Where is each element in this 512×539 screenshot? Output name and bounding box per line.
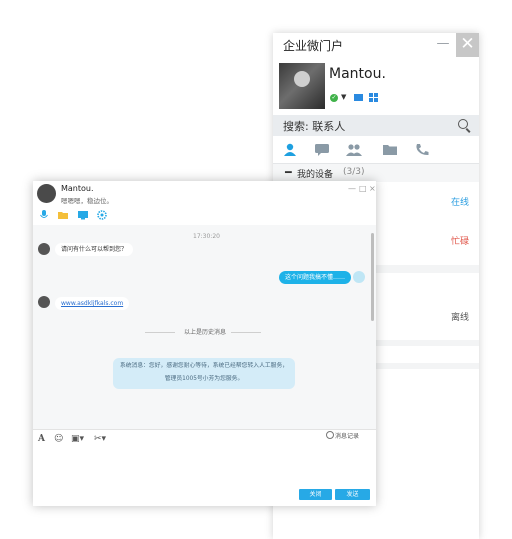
divider (145, 332, 175, 333)
divider (33, 429, 376, 430)
send-button[interactable]: 发送 (335, 489, 370, 500)
microphone-icon[interactable] (39, 210, 49, 220)
profile-section: Mantou. ✓ ▼ (273, 57, 479, 115)
phone-tab-icon[interactable] (414, 143, 430, 156)
device-group-header[interactable]: ━ 我的设备 (3/3) (273, 164, 479, 182)
tab-bar (273, 136, 479, 164)
link-message[interactable]: www.asdkljfkals.com (55, 297, 130, 310)
mail-icon[interactable] (354, 94, 363, 101)
search-input[interactable]: 搜索: 联系人 (283, 118, 345, 134)
minimize-button[interactable]: — (433, 34, 453, 56)
portal-titlebar: 企业微门户 — ✕ (273, 33, 479, 57)
contact-signature: 嗯嗯嗯，稳边位。 (61, 197, 113, 205)
system-message: 系统消息：您好，感谢您耐心等待，系统已经帮您转入人工服务， 管理员1005号小芳… (113, 358, 295, 389)
device-status-offline: 离线 (451, 313, 470, 323)
font-icon[interactable]: A (38, 434, 45, 444)
divider (231, 332, 261, 333)
chat-window: Mantou. 嗯嗯嗯，稳边位。 — □ × 17:30:20 请问有什么可以帮… (33, 181, 376, 506)
message-area[interactable]: 17:30:20 请问有什么可以帮到您？ 这个问题我搞不懂…… www.asdk… (33, 225, 376, 429)
system-message-line: 系统消息：您好，感谢您耐心等待，系统已经帮您转入人工服务， (119, 363, 289, 369)
outgoing-message: 这个问题我搞不懂…… (279, 271, 352, 284)
incoming-message: 请问有什么可以帮到您？ (55, 243, 134, 256)
group-title: 我的设备 (297, 170, 334, 180)
scissors-icon[interactable]: ✂▾ (94, 434, 106, 444)
username: Mantou. (329, 66, 386, 82)
avatar (38, 296, 50, 308)
device-status-busy: 忙碌 (451, 237, 470, 247)
group-tab-icon[interactable] (346, 143, 362, 156)
collapse-icon[interactable]: ━ (285, 166, 292, 179)
chevron-down-icon[interactable]: ▼ (341, 93, 346, 101)
history-link[interactable]: 消息记录 (335, 431, 359, 440)
close-button[interactable]: ✕ (456, 33, 479, 57)
scrollbar[interactable] (371, 233, 374, 321)
message-time: 17:30:20 (193, 233, 220, 240)
folder-icon[interactable] (58, 210, 68, 220)
avatar (353, 271, 365, 283)
avatar (38, 243, 50, 255)
device-status-online: 在线 (451, 198, 470, 208)
contact-avatar[interactable] (37, 184, 56, 203)
folder-tab-icon[interactable] (382, 143, 398, 156)
avatar[interactable] (279, 63, 325, 109)
group-count: (3/3) (343, 167, 365, 177)
contact-tab-icon[interactable] (282, 143, 298, 156)
contact-name: Mantou. (61, 184, 94, 193)
history-divider: 以上是历史消息 (184, 329, 227, 336)
emoji-icon[interactable]: ☺ (54, 434, 63, 444)
message-tab-icon[interactable] (314, 143, 330, 156)
screen-share-icon[interactable] (78, 210, 88, 220)
search-icon[interactable] (458, 119, 468, 129)
clock-icon (326, 431, 334, 439)
chat-close-button[interactable]: × (369, 184, 376, 193)
image-icon[interactable]: ▣▾ (71, 434, 84, 444)
system-message-line: 管理员1005号小芳为您服务。 (164, 376, 244, 382)
close-chat-button[interactable]: 关闭 (299, 489, 332, 500)
chat-minimize-button[interactable]: — (348, 184, 356, 193)
portal-title: 企业微门户 (283, 39, 344, 53)
gear-icon[interactable] (97, 210, 107, 220)
search-bar[interactable]: 搜索: 联系人 (273, 115, 479, 136)
online-status-icon[interactable]: ✓ (330, 94, 338, 102)
apps-icon[interactable] (369, 93, 378, 102)
chat-maximize-button[interactable]: □ (359, 184, 367, 193)
